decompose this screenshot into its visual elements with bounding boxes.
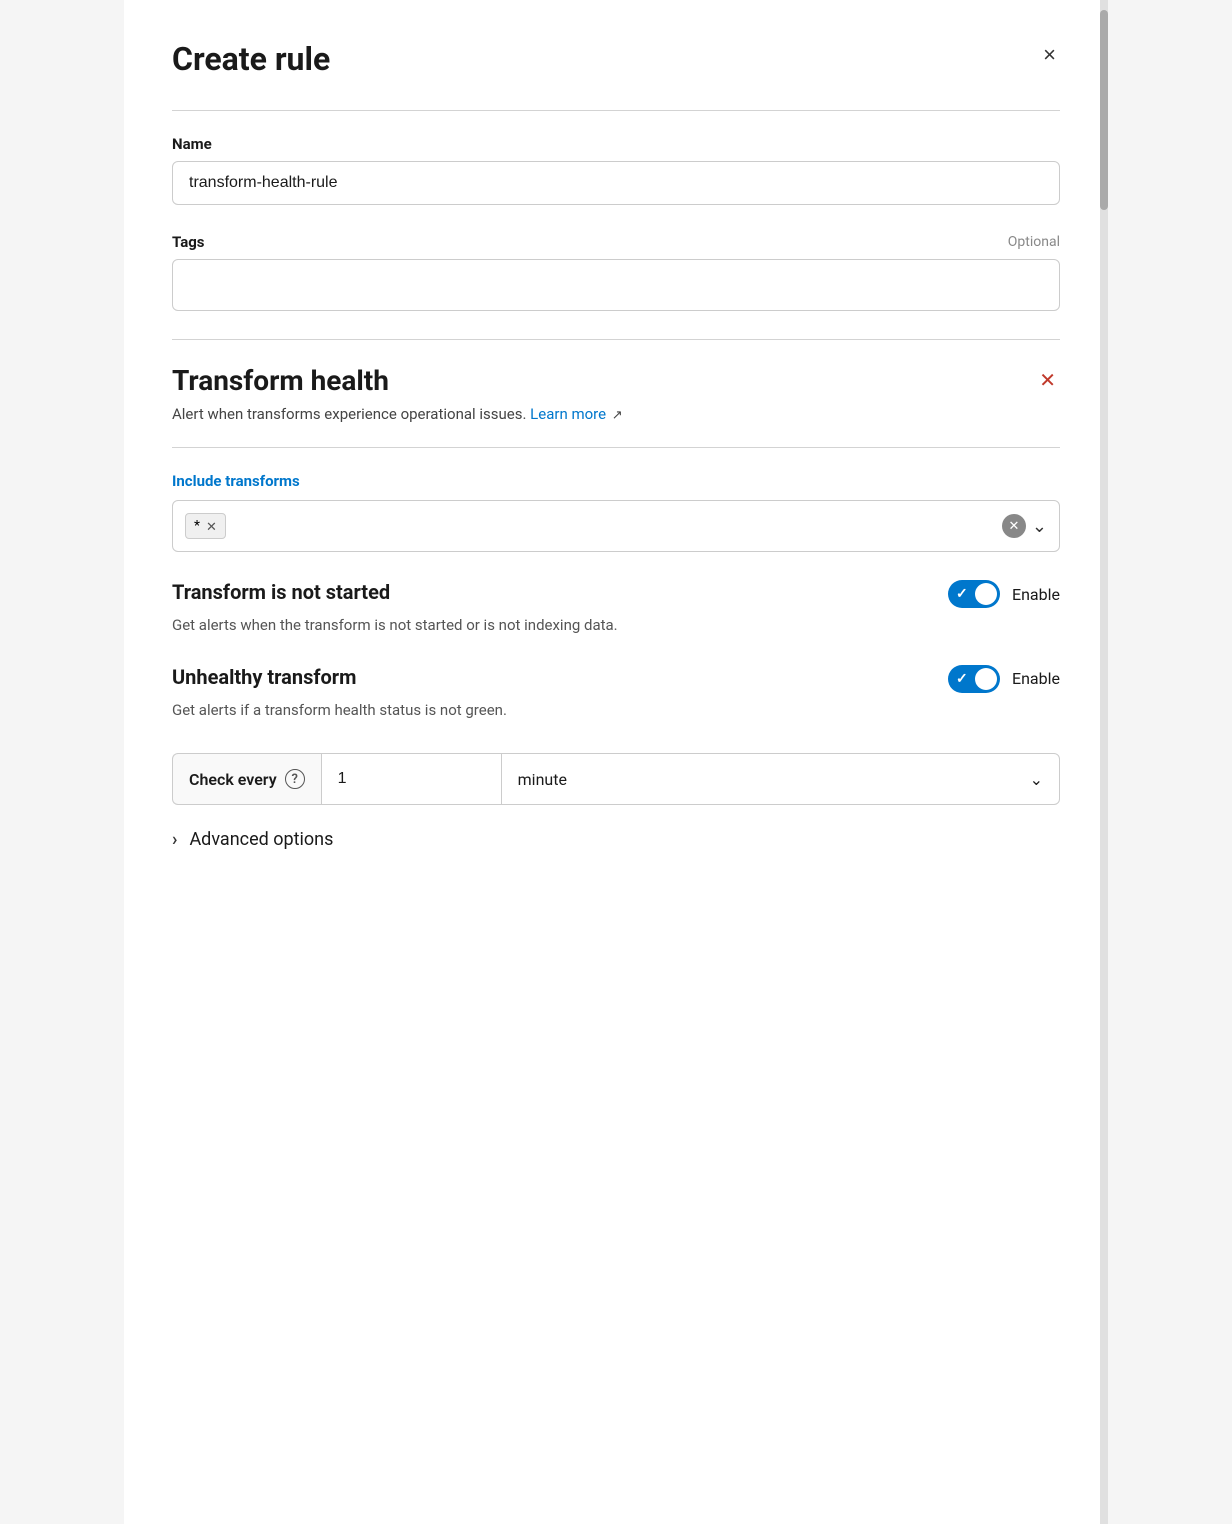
- transform-not-started-toggle-container: ✓ Enable: [948, 580, 1060, 608]
- unhealthy-transform-description: Get alerts if a transform health status …: [172, 699, 652, 722]
- transform-health-section: Transform health ✕ Alert when transforms…: [172, 364, 1060, 423]
- help-icon[interactable]: ?: [285, 769, 305, 789]
- tags-section: Tags Optional: [172, 233, 1060, 311]
- transform-not-started-title: Transform is not started: [172, 580, 652, 604]
- toggle-bg-1: ✓: [948, 580, 1000, 608]
- section-header: Transform health ✕: [172, 364, 1060, 397]
- modal-header: Create rule ×: [172, 40, 1060, 78]
- divider-2: [172, 339, 1060, 340]
- include-transforms-section: Include transforms * ✕ ✕ ⌄: [172, 472, 1060, 552]
- advanced-options-chevron: ›: [172, 829, 177, 850]
- tag-actions: ✕ ⌄: [1002, 514, 1047, 538]
- tag-clear-icon: ✕: [1008, 518, 1019, 534]
- learn-more-link[interactable]: Learn more: [530, 405, 606, 423]
- tags-input[interactable]: [172, 259, 1060, 311]
- scrollbar[interactable]: [1100, 0, 1108, 1524]
- section-title: Transform health: [172, 364, 389, 397]
- check-every-label-box: Check every ?: [172, 753, 321, 805]
- transform-not-started-description: Get alerts when the transform is not sta…: [172, 614, 652, 637]
- transform-not-started-row: Transform is not started Get alerts when…: [172, 580, 1060, 637]
- tags-label-row: Tags Optional: [172, 233, 1060, 251]
- tag-dropdown-icon: ⌄: [1032, 516, 1047, 537]
- check-every-row: Check every ? minute ⌄: [172, 753, 1060, 805]
- transform-not-started-toggle[interactable]: ✓: [948, 580, 1000, 608]
- toggle-bg-2: ✓: [948, 665, 1000, 693]
- unhealthy-transform-toggle-container: ✓ Enable: [948, 665, 1060, 693]
- transform-not-started-info: Transform is not started Get alerts when…: [172, 580, 652, 637]
- divider-1: [172, 110, 1060, 111]
- unhealthy-transform-toggle[interactable]: ✓: [948, 665, 1000, 693]
- tag-item: * ✕: [185, 513, 226, 539]
- modal-title: Create rule: [172, 40, 330, 78]
- tag-clear-button[interactable]: ✕: [1002, 514, 1026, 538]
- include-transforms-label: Include transforms: [172, 472, 1060, 490]
- external-link-icon: ↗: [612, 408, 623, 423]
- toggle-check-2: ✓: [956, 671, 968, 687]
- toggle-knob-2: [975, 668, 997, 690]
- tag-search-input[interactable]: [234, 518, 994, 535]
- close-button[interactable]: ×: [1039, 40, 1060, 70]
- name-input[interactable]: [172, 161, 1060, 205]
- scrollbar-thumb: [1100, 10, 1108, 210]
- section-remove-button[interactable]: ✕: [1035, 364, 1060, 397]
- tags-label: Tags: [172, 233, 205, 251]
- tag-input-container: * ✕ ✕ ⌄: [172, 500, 1060, 552]
- tag-remove-icon: ✕: [206, 520, 217, 533]
- tag-value: *: [194, 518, 200, 534]
- tag-remove-button[interactable]: ✕: [206, 520, 217, 533]
- unhealthy-transform-enable-label: Enable: [1012, 669, 1060, 688]
- toggle-check-1: ✓: [956, 586, 968, 602]
- advanced-options-label: Advanced options: [189, 829, 333, 850]
- name-label: Name: [172, 135, 1060, 153]
- check-every-label: Check every: [189, 770, 277, 789]
- toggle-knob-1: [975, 583, 997, 605]
- create-rule-modal: Create rule × Name Tags Optional Transfo…: [124, 0, 1108, 1524]
- tag-dropdown-button[interactable]: ⌄: [1032, 516, 1047, 537]
- section-remove-icon: ✕: [1039, 368, 1056, 393]
- divider-3: [172, 447, 1060, 448]
- section-description-text: Alert when transforms experience operati…: [172, 405, 526, 423]
- check-every-number-input[interactable]: [321, 753, 501, 805]
- unhealthy-transform-row: Unhealthy transform Get alerts if a tran…: [172, 665, 1060, 722]
- section-description: Alert when transforms experience operati…: [172, 405, 1060, 423]
- transform-not-started-enable-label: Enable: [1012, 585, 1060, 604]
- check-every-unit-label: minute: [518, 770, 567, 789]
- unhealthy-transform-title: Unhealthy transform: [172, 665, 652, 689]
- unhealthy-transform-info: Unhealthy transform Get alerts if a tran…: [172, 665, 652, 722]
- check-every-dropdown-icon: ⌄: [1030, 770, 1043, 789]
- check-every-unit-dropdown[interactable]: minute ⌄: [501, 753, 1060, 805]
- advanced-options-row[interactable]: › Advanced options: [172, 829, 1060, 850]
- name-section: Name: [172, 135, 1060, 205]
- optional-text: Optional: [1008, 234, 1060, 250]
